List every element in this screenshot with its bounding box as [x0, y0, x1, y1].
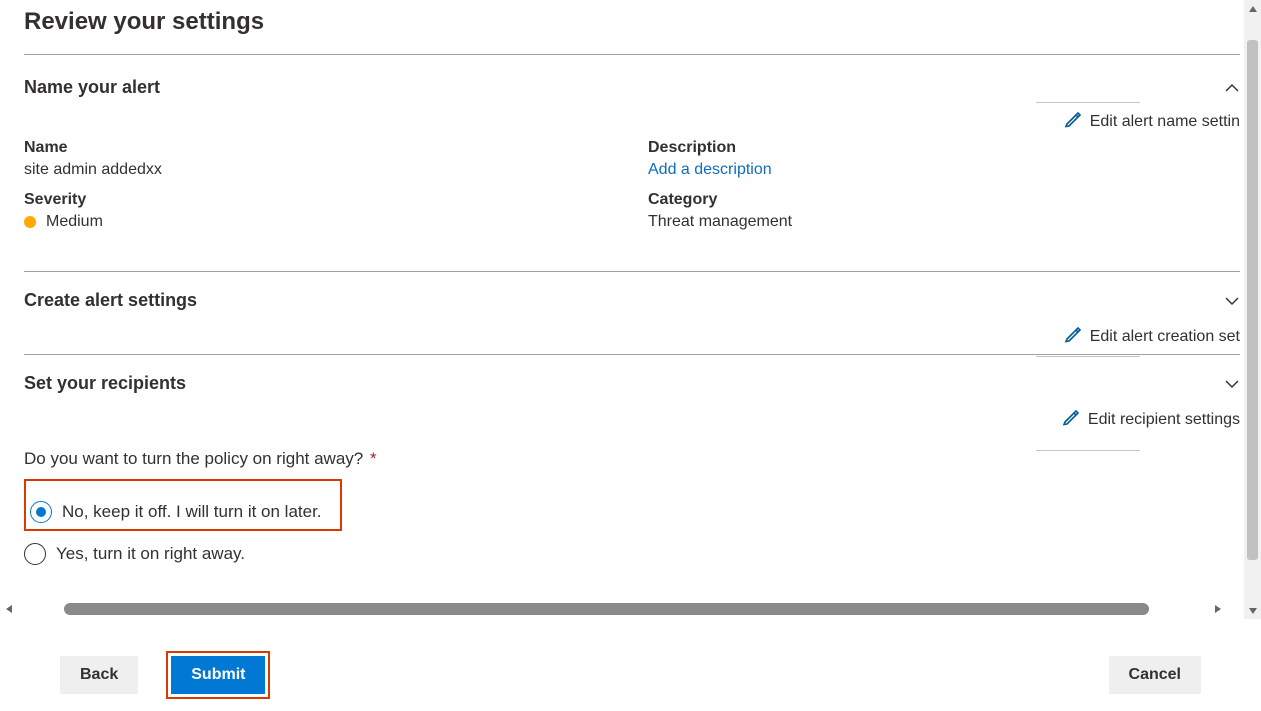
- radio-icon: [30, 501, 52, 523]
- scroll-right-arrow-icon[interactable]: [1209, 600, 1227, 618]
- field-value-severity: Medium: [46, 213, 103, 231]
- radio-icon: [24, 543, 46, 565]
- pencil-icon: [1064, 110, 1082, 133]
- wizard-footer: Back Submit Cancel: [0, 639, 1261, 711]
- name-alert-fields: Name site admin addedxx Description Add …: [24, 139, 1240, 231]
- chevron-down-icon[interactable]: [1224, 293, 1240, 309]
- section-title: Set your recipients: [24, 373, 186, 394]
- severity-dot-icon: [24, 216, 36, 228]
- radio-label: No, keep it off. I will turn it on later…: [62, 502, 322, 522]
- highlighted-selection: No, keep it off. I will turn it on later…: [24, 479, 342, 531]
- page-title: Review your settings: [24, 8, 1240, 36]
- horizontal-scroll-track[interactable]: [20, 603, 1207, 615]
- edit-alert-creation-link[interactable]: Edit alert creation set: [24, 325, 1240, 348]
- edit-recipient-link[interactable]: Edit recipient settings: [24, 408, 1240, 431]
- section-title: Name your alert: [24, 77, 160, 98]
- highlighted-submit: Submit: [166, 651, 270, 699]
- field-label-severity: Severity: [24, 191, 616, 209]
- scroll-down-arrow-icon[interactable]: [1244, 602, 1261, 619]
- section-title: Create alert settings: [24, 290, 197, 311]
- edit-link-label: Edit alert creation set: [1090, 328, 1240, 346]
- cancel-button[interactable]: Cancel: [1109, 656, 1201, 694]
- field-label-category: Category: [648, 191, 1240, 209]
- scroll-left-arrow-icon[interactable]: [0, 600, 18, 618]
- radio-option-off[interactable]: No, keep it off. I will turn it on later…: [28, 497, 330, 527]
- required-marker: *: [370, 449, 377, 468]
- field-value-name: site admin addedxx: [24, 161, 616, 179]
- field-value-category: Threat management: [648, 213, 1240, 231]
- edit-link-label: Edit alert name settin: [1090, 113, 1240, 131]
- chevron-up-icon[interactable]: [1224, 80, 1240, 96]
- submit-button[interactable]: Submit: [171, 656, 265, 694]
- scroll-up-arrow-icon[interactable]: [1244, 0, 1261, 17]
- vertical-scroll-thumb[interactable]: [1247, 40, 1258, 560]
- pencil-icon: [1064, 325, 1082, 348]
- policy-question: Do you want to turn the policy on right …: [24, 449, 1240, 469]
- policy-question-text: Do you want to turn the policy on right …: [24, 449, 363, 468]
- section-header-create-alert[interactable]: Create alert settings: [24, 272, 1240, 325]
- radio-label: Yes, turn it on right away.: [56, 544, 245, 564]
- section-header-recipients[interactable]: Set your recipients: [24, 355, 1240, 408]
- decorative-line: [1036, 102, 1140, 103]
- decorative-line: [1036, 450, 1140, 451]
- edit-alert-name-link[interactable]: Edit alert name settin: [24, 110, 1240, 133]
- horizontal-scroll-thumb[interactable]: [64, 603, 1149, 615]
- vertical-scrollbar[interactable]: [1244, 0, 1261, 619]
- chevron-down-icon[interactable]: [1224, 376, 1240, 392]
- field-label-description: Description: [648, 139, 1240, 157]
- pencil-icon: [1062, 408, 1080, 431]
- horizontal-scrollbar[interactable]: [0, 599, 1227, 619]
- radio-option-on[interactable]: Yes, turn it on right away.: [24, 543, 1240, 565]
- decorative-line: [1036, 356, 1140, 357]
- edit-link-label: Edit recipient settings: [1088, 411, 1240, 429]
- field-label-name: Name: [24, 139, 616, 157]
- back-button[interactable]: Back: [60, 656, 138, 694]
- add-description-link[interactable]: Add a description: [648, 161, 1240, 179]
